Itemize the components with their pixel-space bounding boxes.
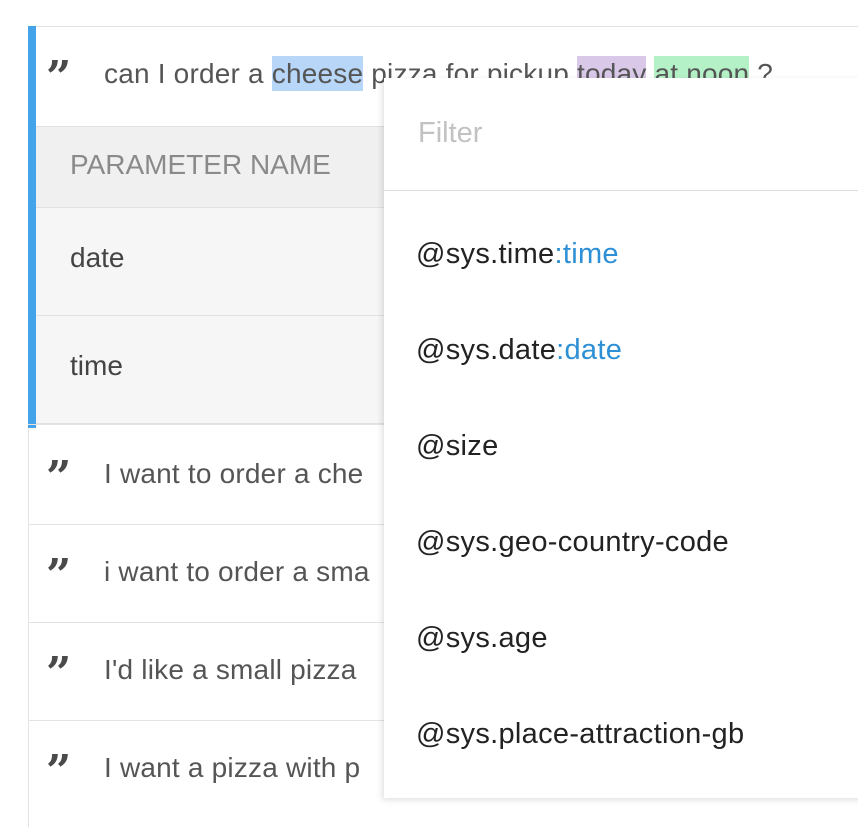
entity-type: :date (556, 334, 623, 366)
entity-option-sys-date[interactable]: @sys.date:date (416, 334, 622, 367)
active-row-indicator (28, 26, 36, 428)
entity-option-sys-geo-country-code[interactable]: @sys.geo-country-code (416, 526, 729, 559)
parameter-name-column-header: PARAMETER NAME (70, 149, 331, 180)
entity-name: @sys.time (416, 238, 555, 270)
entity-picker-dropdown: @sys.time:time @sys.date:date @size @sys… (384, 78, 858, 798)
annotation-cheese[interactable]: cheese (271, 56, 364, 91)
entity-name: @sys.date (416, 334, 557, 366)
quote-icon: ” (46, 750, 72, 778)
parameter-name: time (70, 350, 123, 381)
entity-option-sys-time[interactable]: @sys.time:time (416, 238, 619, 271)
quote-icon: ” (46, 652, 72, 680)
filter-input[interactable] (416, 112, 820, 154)
training-phrase[interactable]: I'd like a small pizza (104, 654, 357, 686)
quote-icon: ” (46, 56, 72, 84)
entity-type: :time (554, 238, 619, 270)
entity-name: @size (416, 430, 499, 462)
entity-name: @sys.place-attraction-gb (416, 718, 745, 750)
training-phrase[interactable]: I want a pizza with p (104, 752, 360, 784)
entity-option-sys-place-attraction-gb[interactable]: @sys.place-attraction-gb (416, 718, 744, 751)
quote-icon: ” (46, 456, 72, 484)
quote-icon: ” (46, 554, 72, 582)
entity-option-sys-age[interactable]: @sys.age (416, 622, 548, 655)
phrase-part-0: can I order a (104, 58, 272, 89)
filter-box (384, 78, 858, 191)
parameter-name: date (70, 242, 125, 273)
training-phrase[interactable]: I want to order a che (104, 458, 363, 490)
entity-name: @sys.age (416, 622, 548, 654)
entity-name: @sys.geo-country-code (416, 526, 729, 558)
training-phrase[interactable]: i want to order a sma (104, 556, 370, 588)
entity-option-size[interactable]: @size (416, 430, 499, 463)
